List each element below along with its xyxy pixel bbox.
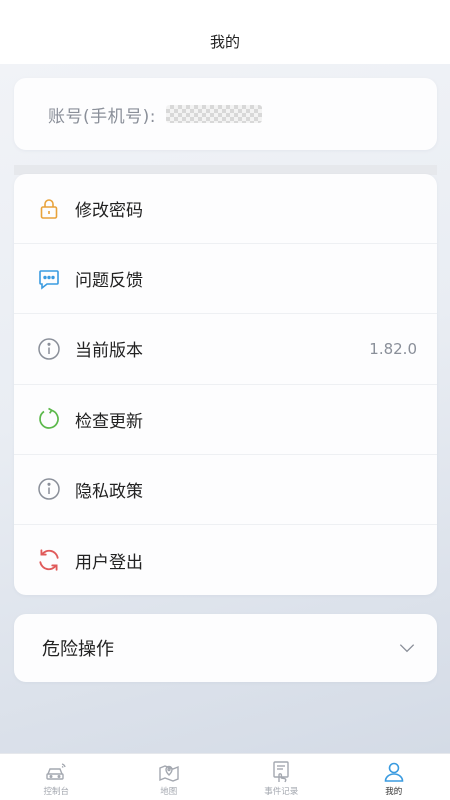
tab-label: 地图 <box>160 786 178 797</box>
info-icon <box>36 476 62 502</box>
logout-sync-icon <box>36 547 62 573</box>
tab-label: 我的 <box>385 786 403 797</box>
masked-phone-number <box>166 105 262 123</box>
menu-item-label: 用户登出 <box>75 552 143 573</box>
tab-console[interactable]: 控制台 <box>0 754 113 800</box>
account-label: 账号(手机号): <box>48 106 156 127</box>
menu-item-change-password[interactable]: 修改密码 <box>14 174 437 245</box>
menu-item-label: 当前版本 <box>75 341 143 362</box>
danger-operations-dropdown[interactable]: 危险操作 <box>14 614 437 682</box>
menu-item-current-version[interactable]: 当前版本 1.82.0 <box>14 314 437 385</box>
page-title: 我的 <box>209 33 240 51</box>
tab-event-records[interactable]: 事件记录 <box>225 754 338 800</box>
map-icon <box>157 760 181 784</box>
danger-operations-label: 危险操作 <box>42 639 114 660</box>
menu-item-label: 检查更新 <box>75 411 143 432</box>
info-icon <box>36 336 62 362</box>
car-icon <box>44 760 68 784</box>
tab-label: 控制台 <box>43 786 69 797</box>
event-record-icon <box>269 760 293 784</box>
menu-item-privacy-policy[interactable]: 隐私政策 <box>14 455 437 525</box>
menu-item-label: 修改密码 <box>75 201 143 222</box>
chat-feedback-icon <box>36 266 62 292</box>
version-number: 1.82.0 <box>369 339 417 358</box>
tab-map[interactable]: 地图 <box>113 754 226 800</box>
menu-item-label: 隐私政策 <box>75 481 143 502</box>
menu-item-logout[interactable]: 用户登出 <box>14 525 437 595</box>
settings-menu: 修改密码 问题反馈 当前版本 1.82.0 检查更新 隐私政策 用户登出 <box>14 174 437 595</box>
menu-item-label: 问题反馈 <box>75 271 143 292</box>
chevron-down-icon <box>397 638 417 658</box>
profile-icon <box>382 760 406 784</box>
tab-label: 事件记录 <box>264 786 299 797</box>
menu-item-feedback[interactable]: 问题反馈 <box>14 244 437 315</box>
bottom-tab-bar: 控制台 地图 事件记录 我的 <box>0 753 450 800</box>
account-card: 账号(手机号): <box>14 78 437 150</box>
lock-icon <box>36 196 62 222</box>
menu-item-check-update[interactable]: 检查更新 <box>14 385 437 455</box>
header-bar: 我的 <box>0 0 450 64</box>
content-area: 账号(手机号): 修改密码 问题反馈 当前版本 1.82.0 检查更新 隐私政策… <box>0 64 450 753</box>
refresh-icon <box>36 406 62 432</box>
tab-mine[interactable]: 我的 <box>338 754 450 800</box>
